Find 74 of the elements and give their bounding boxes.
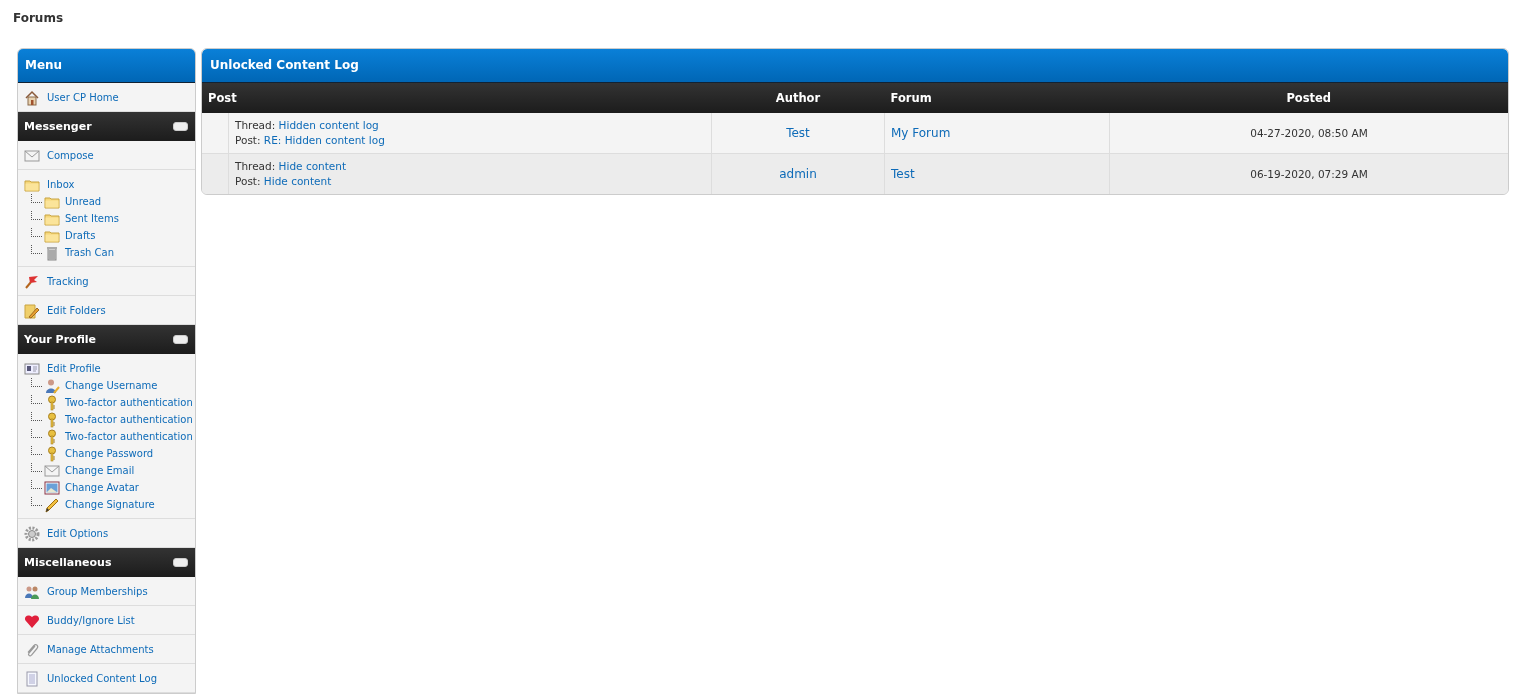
- menu-item[interactable]: Trash Can: [44, 244, 115, 261]
- menu-item[interactable]: Unlocked Content Log: [24, 670, 157, 687]
- menu-item[interactable]: Change Signature: [44, 496, 155, 513]
- thread-link[interactable]: Hide content: [278, 160, 347, 172]
- tree-connector: [31, 429, 42, 438]
- pencil-icon: [44, 496, 60, 513]
- menu-item[interactable]: Buddy/Ignore List: [24, 612, 135, 629]
- tree-connector: [31, 395, 42, 404]
- thread-link[interactable]: Hidden content log: [278, 119, 379, 131]
- column-header: Post: [202, 83, 712, 113]
- tree-connector: [31, 211, 42, 220]
- post-link[interactable]: Hide content: [263, 175, 332, 187]
- tree-connector: [31, 228, 42, 237]
- menu-item[interactable]: Two-factor authentication: [44, 411, 193, 428]
- tree-connector: [31, 412, 42, 421]
- menu-item[interactable]: Edit Profile: [24, 360, 101, 377]
- column-header: Forum: [884, 83, 1110, 113]
- field-label: Post:: [235, 134, 261, 146]
- gear-icon: [24, 525, 40, 542]
- menu-item[interactable]: Change Email: [44, 462, 135, 479]
- id-card-icon: [24, 360, 40, 377]
- menu-item[interactable]: Change Username: [44, 377, 158, 394]
- menu-item[interactable]: Unread: [44, 193, 102, 210]
- collapse-toggle-icon[interactable]: [173, 122, 188, 131]
- collapse-toggle-icon[interactable]: [173, 335, 188, 344]
- post-link[interactable]: RE: Hidden content log: [263, 134, 385, 146]
- date-cell: 04-27-2020, 08:50 AM: [1109, 113, 1508, 154]
- menu-item[interactable]: Drafts: [44, 227, 96, 244]
- field-label: Thread:: [235, 160, 276, 172]
- page-title: Forums: [13, 11, 64, 25]
- menu-item[interactable]: Manage Attachments: [24, 641, 154, 658]
- menu-item[interactable]: Compose: [24, 147, 94, 164]
- tree-connector: [31, 480, 42, 489]
- menu-item[interactable]: Two-factor authentication: [44, 428, 193, 445]
- envelope-icon: [44, 462, 60, 479]
- section-title: Miscellaneous: [24, 556, 112, 569]
- column-header: Posted: [1109, 83, 1508, 113]
- forum-link[interactable]: My Forum: [891, 126, 951, 140]
- author-link[interactable]: Test: [786, 126, 810, 140]
- collapse-toggle-icon[interactable]: [173, 558, 188, 567]
- tree-connector: [31, 463, 42, 472]
- menu-item[interactable]: Change Password: [44, 445, 154, 462]
- menu-item[interactable]: Change Avatar: [44, 479, 139, 496]
- section-title: Messenger: [24, 120, 92, 133]
- menu-item[interactable]: User CP Home: [24, 89, 119, 106]
- field-label: Thread:: [235, 119, 276, 131]
- column-header: Author: [711, 83, 885, 113]
- tree-connector: [31, 194, 42, 203]
- menu-item[interactable]: Two-factor authentication: [44, 394, 193, 411]
- tree-connector: [31, 497, 42, 506]
- trash-can-icon: [44, 244, 60, 261]
- document-icon: [24, 670, 40, 687]
- folder-pencil-icon: [24, 302, 40, 319]
- sidebar-title: Menu: [18, 49, 195, 83]
- house-icon: [24, 89, 40, 106]
- menu-item[interactable]: Inbox: [24, 176, 75, 193]
- envelope-icon: [24, 147, 40, 164]
- flag-icon: [24, 273, 40, 290]
- section-title: Your Profile: [24, 333, 97, 346]
- menu-item[interactable]: Edit Folders: [24, 302, 106, 319]
- author-link[interactable]: admin: [779, 167, 817, 181]
- date-cell: 06-19-2020, 07:29 AM: [1109, 153, 1508, 194]
- forum-link[interactable]: Test: [891, 167, 915, 181]
- menu-item[interactable]: Group Memberships: [24, 583, 148, 600]
- tree-connector: [31, 245, 42, 254]
- user-pencil-icon: [44, 377, 60, 394]
- menu-item[interactable]: Edit Options: [24, 525, 109, 542]
- panel-title: Unlocked Content Log: [202, 49, 1508, 83]
- menu-item[interactable]: Sent Items: [44, 210, 119, 227]
- picture-icon: [44, 479, 60, 496]
- menu-item[interactable]: Tracking: [24, 273, 89, 290]
- tree-connector: [31, 378, 42, 387]
- field-label: Post:: [235, 175, 261, 187]
- tree-connector: [31, 446, 42, 455]
